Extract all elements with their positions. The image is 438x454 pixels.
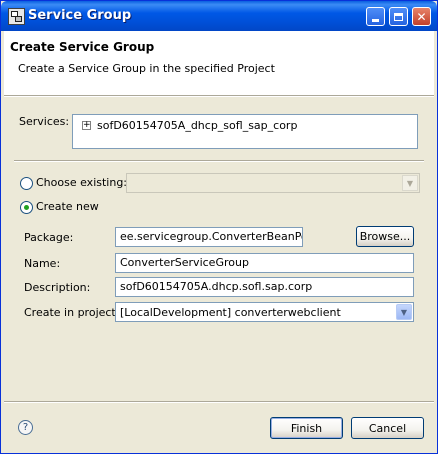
name-label: Name: — [24, 257, 61, 270]
maximize-button[interactable] — [389, 7, 408, 26]
help-icon[interactable]: ? — [18, 420, 33, 435]
wizard-header: Create Service Group Create a Service Gr… — [4, 31, 434, 95]
close-button[interactable]: ✕ — [412, 7, 431, 26]
service-group-dialog: Service Group ✕ Create Service Group Cre… — [0, 0, 438, 454]
existing-group-select: ▼ — [126, 173, 420, 193]
finish-button[interactable]: Finish — [270, 417, 343, 439]
services-tree[interactable]: + sofD60154705A_dhcp_sofl_sap_corp — [72, 114, 418, 149]
choose-existing-radio[interactable] — [20, 177, 33, 190]
browse-button[interactable]: Browse... — [356, 226, 414, 247]
section-divider — [14, 160, 424, 162]
chevron-down-icon[interactable]: ▼ — [396, 304, 412, 320]
package-label: Package: — [24, 231, 74, 244]
close-icon: ✕ — [416, 9, 427, 24]
project-select-value: [LocalDevelopment] converterwebclient — [120, 306, 341, 319]
description-field[interactable]: sofD60154705A.dhcp.sofl.sap.corp — [115, 277, 414, 297]
package-field[interactable]: ee.servicegroup.ConverterBeanPort — [115, 227, 303, 247]
description-label: Description: — [24, 281, 91, 294]
maximize-icon — [394, 12, 403, 21]
services-label: Services: — [19, 115, 70, 128]
finish-button-label: Finish — [290, 421, 323, 435]
name-field[interactable]: ConverterServiceGroup — [115, 253, 414, 273]
cancel-button[interactable]: Cancel — [351, 417, 424, 439]
window-title: Service Group — [28, 8, 132, 23]
create-new-radio[interactable] — [20, 201, 33, 214]
cancel-button-label: Cancel — [368, 421, 407, 435]
create-new-label[interactable]: Create new — [36, 200, 99, 213]
footer-divider — [4, 401, 434, 403]
tree-item-service[interactable]: sofD60154705A_dhcp_sofl_sap_corp — [97, 119, 297, 132]
header-divider — [4, 95, 434, 97]
page-subtitle: Create a Service Group in the specified … — [18, 62, 275, 75]
tree-expand-icon[interactable]: + — [82, 121, 91, 130]
choose-existing-label[interactable]: Choose existing: — [36, 176, 127, 189]
page-title: Create Service Group — [10, 40, 155, 54]
project-select[interactable]: [LocalDevelopment] converterwebclient ▼ — [115, 302, 414, 322]
title-bar[interactable]: Service Group ✕ — [1, 1, 437, 31]
create-in-project-label: Create in project: — [24, 306, 120, 319]
service-group-icon — [8, 8, 25, 25]
minimize-button[interactable] — [366, 7, 385, 26]
minimize-icon — [372, 19, 379, 22]
chevron-down-icon: ▼ — [402, 175, 418, 191]
